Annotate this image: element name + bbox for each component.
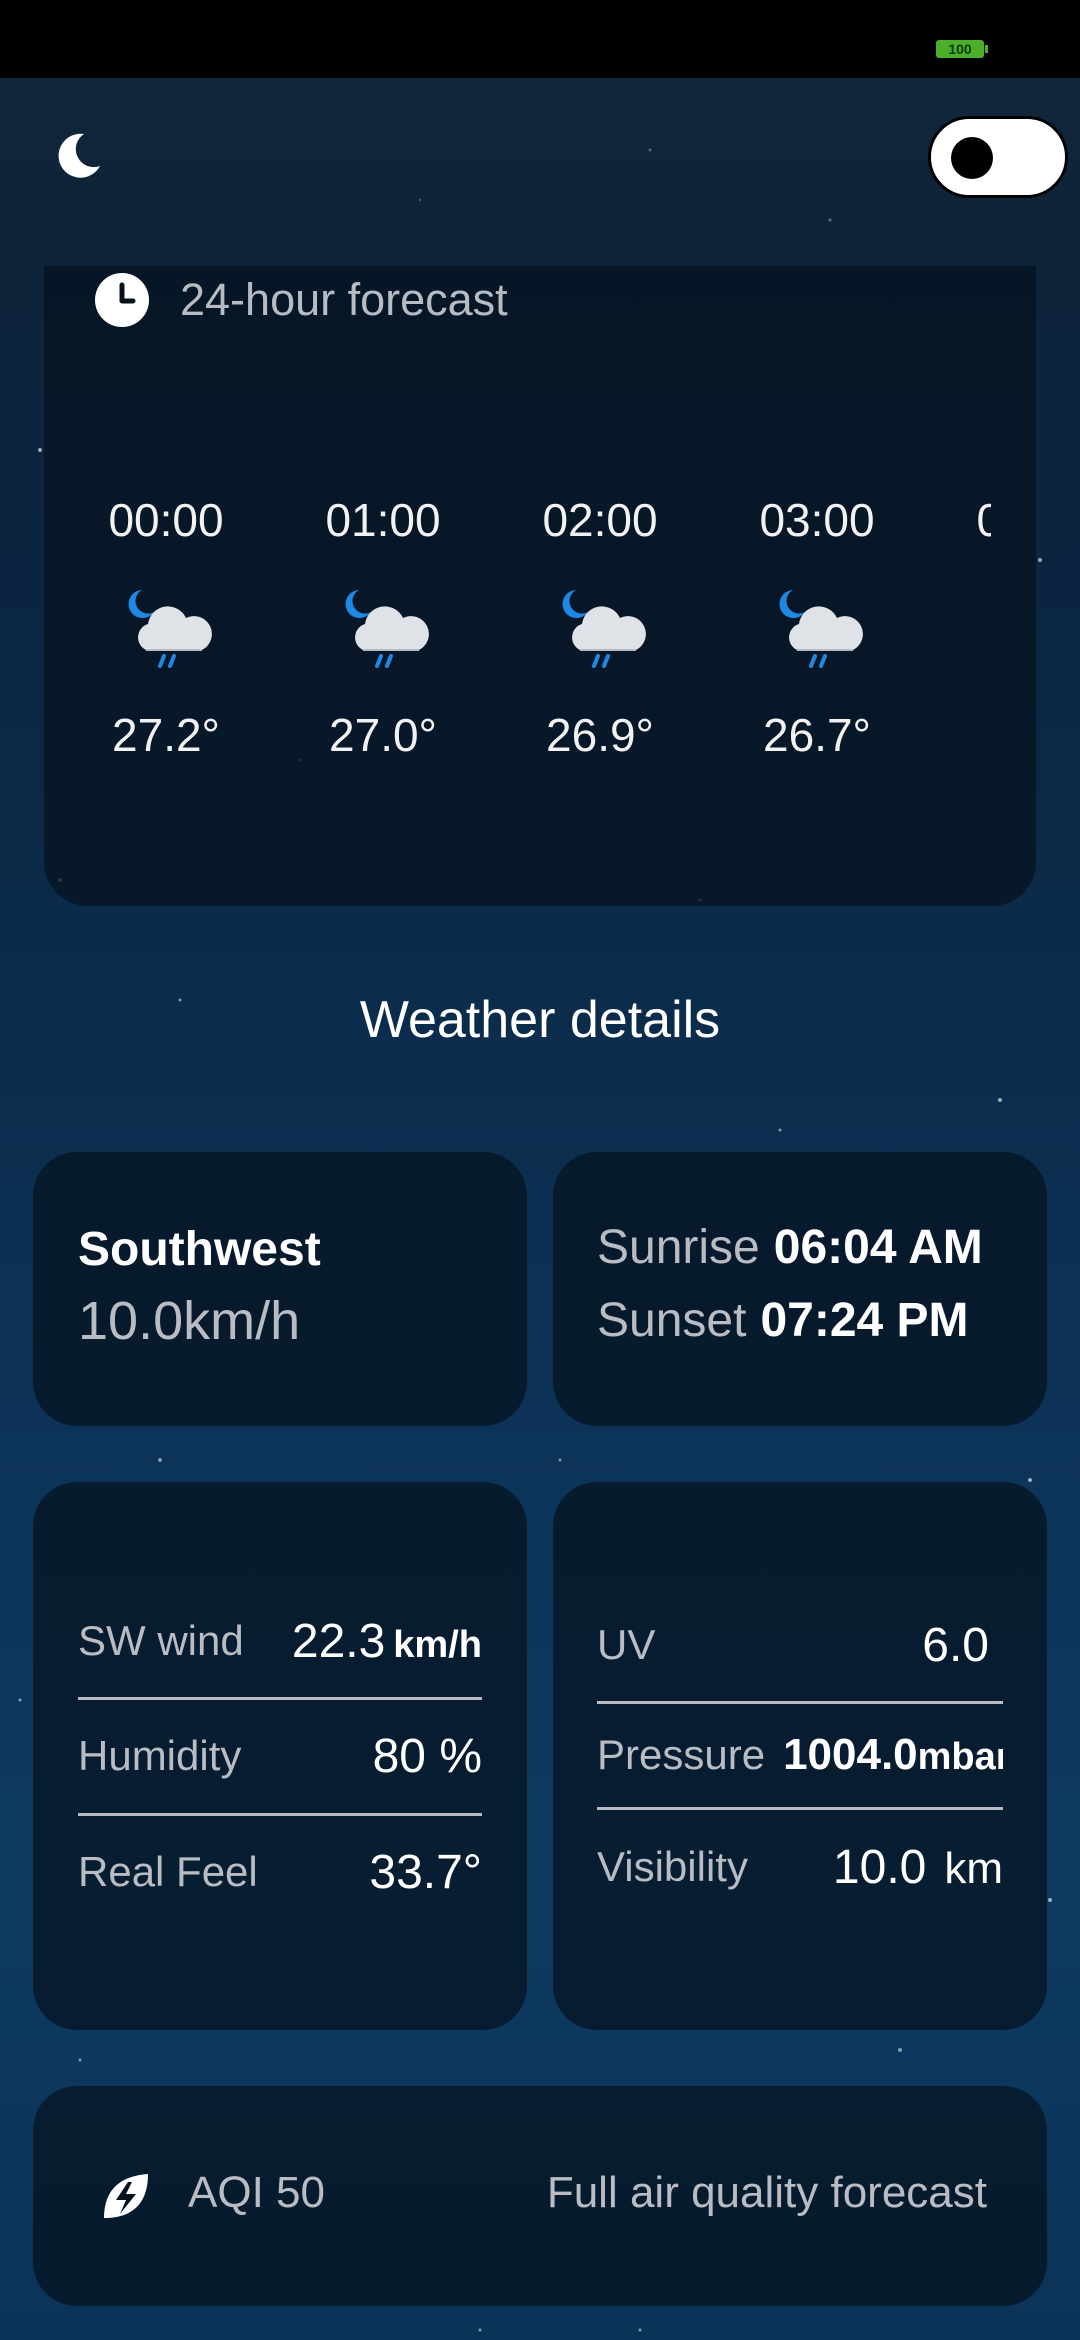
sunset-row: Sunset 07:24 PM (597, 1293, 969, 1348)
hour-temperature: 27.2° (112, 709, 220, 761)
night-rain-icon (345, 590, 429, 668)
weather-details-title: Weather details (359, 991, 721, 1049)
hour-time: 03:00 (759, 494, 875, 546)
clock-icon (95, 273, 149, 327)
leaf-bolt-icon (104, 2174, 148, 2218)
hour-item: 04:00 2 (934, 490, 991, 762)
top-bar (0, 78, 1080, 234)
stat-label: Pressure (597, 1731, 766, 1778)
sunset-value: 07:24 PM (760, 1294, 969, 1347)
stat-value: 22.3 (291, 1614, 386, 1668)
night-rain-icon (562, 590, 646, 668)
night-rain-icon (984, 580, 991, 680)
sunrise-label: Sunrise (597, 1221, 760, 1274)
stat-label: UV (597, 1621, 656, 1668)
hour-item: 02:00 26.9° (500, 490, 700, 762)
stat-unit: km/h (393, 1623, 482, 1666)
stat-label: Visibility (597, 1843, 748, 1890)
theme-toggle[interactable] (928, 116, 1068, 198)
hour-item: 00:00 27.2° (66, 490, 266, 762)
hour-time: 01:00 (325, 494, 441, 546)
status-bar: 100 (0, 0, 1080, 78)
stat-label: SW wind (78, 1617, 244, 1664)
aqi-value: AQI 50 (188, 2168, 325, 2217)
stat-row-visibility: Visibility 10.0 km (597, 1832, 1003, 1902)
sunrise-value: 06:04 AM (773, 1221, 983, 1274)
hour-temperature: 26.7° (763, 709, 871, 761)
hour-temperature: 2 (934, 708, 991, 762)
wind-direction: Southwest (78, 1223, 321, 1276)
hour-time: 02:00 (542, 494, 658, 546)
stat-row-wind: SW wind 22.3 km/h (78, 1606, 482, 1676)
wind-speed: 10.0km/h (78, 1291, 301, 1351)
stat-value: 80 % (372, 1729, 482, 1783)
divider (597, 1701, 1003, 1704)
stat-row-humidity: Humidity 80 % (78, 1721, 482, 1791)
stat-row-uv: UV 6.0 (597, 1610, 1003, 1680)
hour-temperature: 27.0° (329, 709, 437, 761)
moon-icon[interactable] (48, 126, 108, 186)
sun-card (553, 1152, 1047, 1426)
sunset-label: Sunset (597, 1294, 747, 1347)
stat-unit: km (944, 1843, 1003, 1893)
stat-value: 1004.0 (783, 1730, 918, 1779)
divider (78, 1813, 482, 1816)
stat-label: Real Feel (78, 1848, 258, 1895)
sunrise-row: Sunrise 06:04 AM (597, 1220, 983, 1275)
hour-item: 01:00 27.0° (283, 490, 483, 762)
stat-label: Humidity (78, 1732, 242, 1779)
stat-row-real-feel: Real Feel 33.7° (78, 1837, 482, 1907)
divider (78, 1697, 482, 1700)
stat-value: 10.0 (832, 1840, 927, 1894)
divider (597, 1807, 1003, 1810)
hourly-forecast-list[interactable]: 00:00 27.2° 01:00 27.0° 02:00 26.9° 03:0… (66, 490, 991, 820)
night-rain-icon (779, 590, 863, 668)
battery-indicator: 100 (936, 40, 988, 58)
wind-card (33, 1152, 527, 1426)
hour-time: 04:00 (976, 494, 991, 546)
forecast-title: 24-hour forecast (180, 274, 508, 325)
hour-time: 00:00 (108, 494, 224, 546)
stat-row-pressure: Pressure 1004.0mbar (597, 1720, 1003, 1790)
night-rain-icon (128, 590, 212, 668)
toggle-knob (951, 137, 993, 179)
forecast-header: 24-hour forecast (94, 270, 508, 330)
stat-unit: mbar (917, 1736, 1003, 1778)
hour-temperature: 26.9° (546, 709, 654, 761)
hour-item: 03:00 26.7° (717, 490, 917, 762)
stat-value: 33.7° (369, 1845, 482, 1899)
full-air-quality-link[interactable]: Full air quality forecast (547, 2168, 987, 2218)
stat-value: 6.0 (922, 1618, 989, 1672)
